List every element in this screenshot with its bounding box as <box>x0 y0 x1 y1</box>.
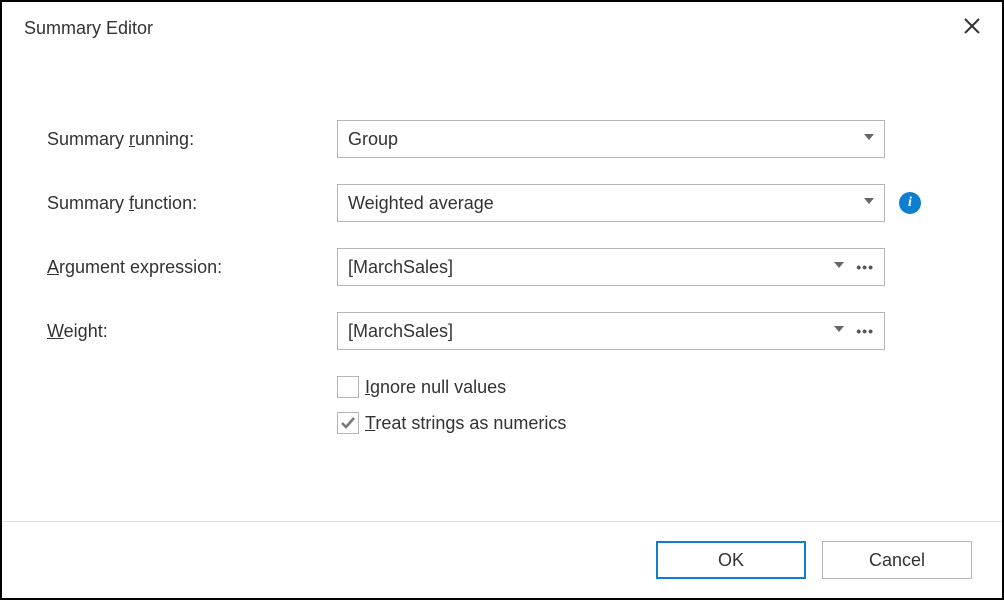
summary-function-label: Summary function: <box>42 193 337 214</box>
ellipsis-icon[interactable]: ••• <box>856 324 874 338</box>
summary-function-select[interactable]: Weighted average <box>337 184 885 222</box>
info-icon[interactable]: i <box>899 192 921 214</box>
weight-input[interactable]: [MarchSales] ••• <box>337 312 885 350</box>
argument-expression-input[interactable]: [MarchSales] ••• <box>337 248 885 286</box>
titlebar: Summary Editor <box>2 2 1002 50</box>
footer: OK Cancel <box>2 522 1002 598</box>
ignore-null-row: Ignore null values <box>337 376 506 398</box>
argument-expression-row: Argument expression: [MarchSales] ••• <box>42 248 962 286</box>
summary-function-value: Weighted average <box>348 193 494 214</box>
checkbox-group: Ignore null values Treat strings as nume… <box>42 376 962 448</box>
weight-value: [MarchSales] <box>348 321 453 342</box>
summary-running-select[interactable]: Group <box>337 120 885 158</box>
summary-editor-dialog: Summary Editor Summary running: Group <box>0 0 1004 600</box>
argument-expression-label: Argument expression: <box>42 257 337 278</box>
cancel-button[interactable]: Cancel <box>822 541 972 579</box>
content-area: Summary running: Group Summary function:… <box>2 50 1002 521</box>
chevron-down-icon <box>834 262 844 272</box>
argument-expression-value: [MarchSales] <box>348 257 453 278</box>
dialog-title: Summary Editor <box>24 18 153 39</box>
treat-strings-label: Treat strings as numerics <box>365 413 566 434</box>
ellipsis-icon[interactable]: ••• <box>856 260 874 274</box>
summary-running-label: Summary running: <box>42 129 337 150</box>
ok-button[interactable]: OK <box>656 541 806 579</box>
summary-running-value: Group <box>348 129 398 150</box>
chevron-down-icon <box>864 198 874 208</box>
close-icon <box>963 17 981 40</box>
weight-row: Weight: [MarchSales] ••• <box>42 312 962 350</box>
treat-strings-checkbox[interactable] <box>337 412 359 434</box>
ignore-null-checkbox[interactable] <box>337 376 359 398</box>
treat-strings-row: Treat strings as numerics <box>337 412 566 434</box>
chevron-down-icon <box>864 134 874 144</box>
weight-label: Weight: <box>42 321 337 342</box>
summary-running-row: Summary running: Group <box>42 120 962 158</box>
summary-function-row: Summary function: Weighted average i <box>42 184 962 222</box>
ignore-null-label: Ignore null values <box>365 377 506 398</box>
close-button[interactable] <box>958 14 986 42</box>
chevron-down-icon <box>834 326 844 336</box>
